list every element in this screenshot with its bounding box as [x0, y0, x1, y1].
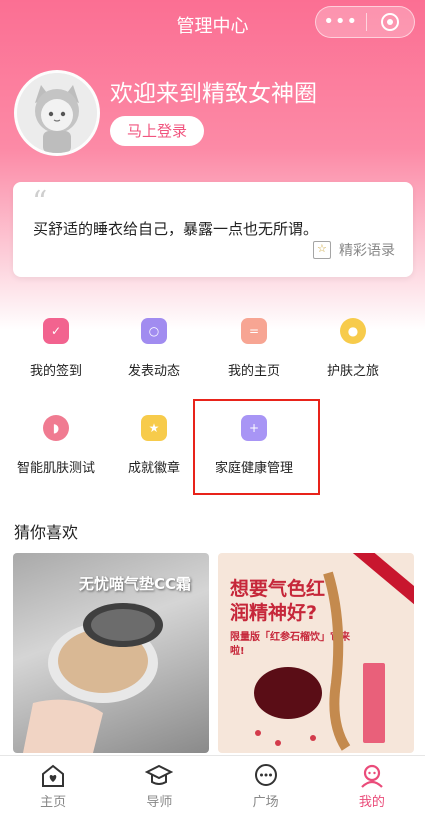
grid-item-label: 护肤之旅 [326, 364, 379, 379]
section-title: 猜你喜欢 [14, 523, 79, 542]
tab-label: 主页 [40, 795, 67, 810]
user-icon [357, 762, 387, 790]
target-circle-icon [381, 13, 400, 31]
badge-icon: ★ [141, 415, 167, 441]
book-star-icon [313, 241, 331, 259]
homepage-icon: = [241, 318, 267, 344]
grid-item-label: 成就徽章 [127, 461, 180, 476]
grid-item-label: 我的主页 [227, 364, 280, 379]
product-headline: 无忧喵气垫CC霜 [79, 575, 192, 593]
post-icon: ○ [141, 318, 167, 344]
quote-card: “ 买舒适的睡衣给自己，暴露一点也无所谓。 精彩语录 [13, 182, 413, 277]
tab-mentor[interactable]: 导师 [106, 756, 212, 814]
login-button[interactable]: 马上登录 [110, 116, 204, 146]
tab-home[interactable]: 主页 [0, 756, 106, 814]
home-heart-icon [38, 762, 68, 790]
tab-square[interactable]: 广场 [213, 756, 319, 814]
grid-item-label: 智能肌肤测试 [16, 461, 95, 476]
grid-item-label: 发表动态 [127, 364, 180, 379]
tab-mine[interactable]: 我的 [319, 756, 425, 814]
grid-item-post[interactable]: ○ 发表动态 [104, 318, 204, 379]
highlight-box [193, 399, 320, 495]
tab-label: 广场 [252, 795, 279, 810]
grid-item-homepage[interactable]: = 我的主页 [204, 318, 304, 379]
quote-mark-icon: “ [32, 185, 48, 220]
chat-bubble-icon [251, 762, 281, 790]
avatar[interactable] [14, 70, 100, 156]
grid-item-badges[interactable]: ★ 成就徽章 [104, 415, 204, 476]
product-card-cushion[interactable]: 无忧喵气垫CC霜 [13, 553, 209, 753]
mini-program-capsule: ••• [315, 6, 415, 38]
grid-item-skincare[interactable]: ● 护肤之旅 [303, 318, 403, 379]
checkin-icon: ✓ [43, 318, 69, 344]
face-icon: ◗ [43, 415, 69, 441]
quotes-link[interactable]: 精彩语录 [313, 240, 395, 260]
bulb-icon: ● [340, 318, 366, 344]
graduation-cap-icon [144, 762, 174, 790]
cat-avatar-icon [17, 73, 97, 153]
product-card-drink[interactable]: 想要气色红润精神好? 限量版「红参石榴饮」它来啦! [218, 553, 414, 753]
grid-item-skin-test[interactable]: ◗ 智能肌肤测试 [6, 415, 106, 476]
grid-item-label: 我的签到 [29, 364, 82, 379]
tab-label: 我的 [358, 795, 385, 810]
quotes-link-label: 精彩语录 [339, 243, 395, 259]
more-dots-icon[interactable]: ••• [316, 7, 366, 37]
tab-label: 导师 [146, 795, 173, 810]
quote-text: 买舒适的睡衣给自己，暴露一点也无所谓。 [33, 220, 319, 238]
welcome-text: 欢迎来到精致女神圈 [110, 81, 317, 107]
header-background [0, 0, 425, 330]
close-mini-program-button[interactable] [366, 13, 414, 31]
ginseng-drink-image [254, 571, 385, 751]
grid-item-checkin[interactable]: ✓ 我的签到 [6, 318, 106, 379]
bottom-tab-bar: 主页 导师 广场 我的 [0, 755, 425, 814]
